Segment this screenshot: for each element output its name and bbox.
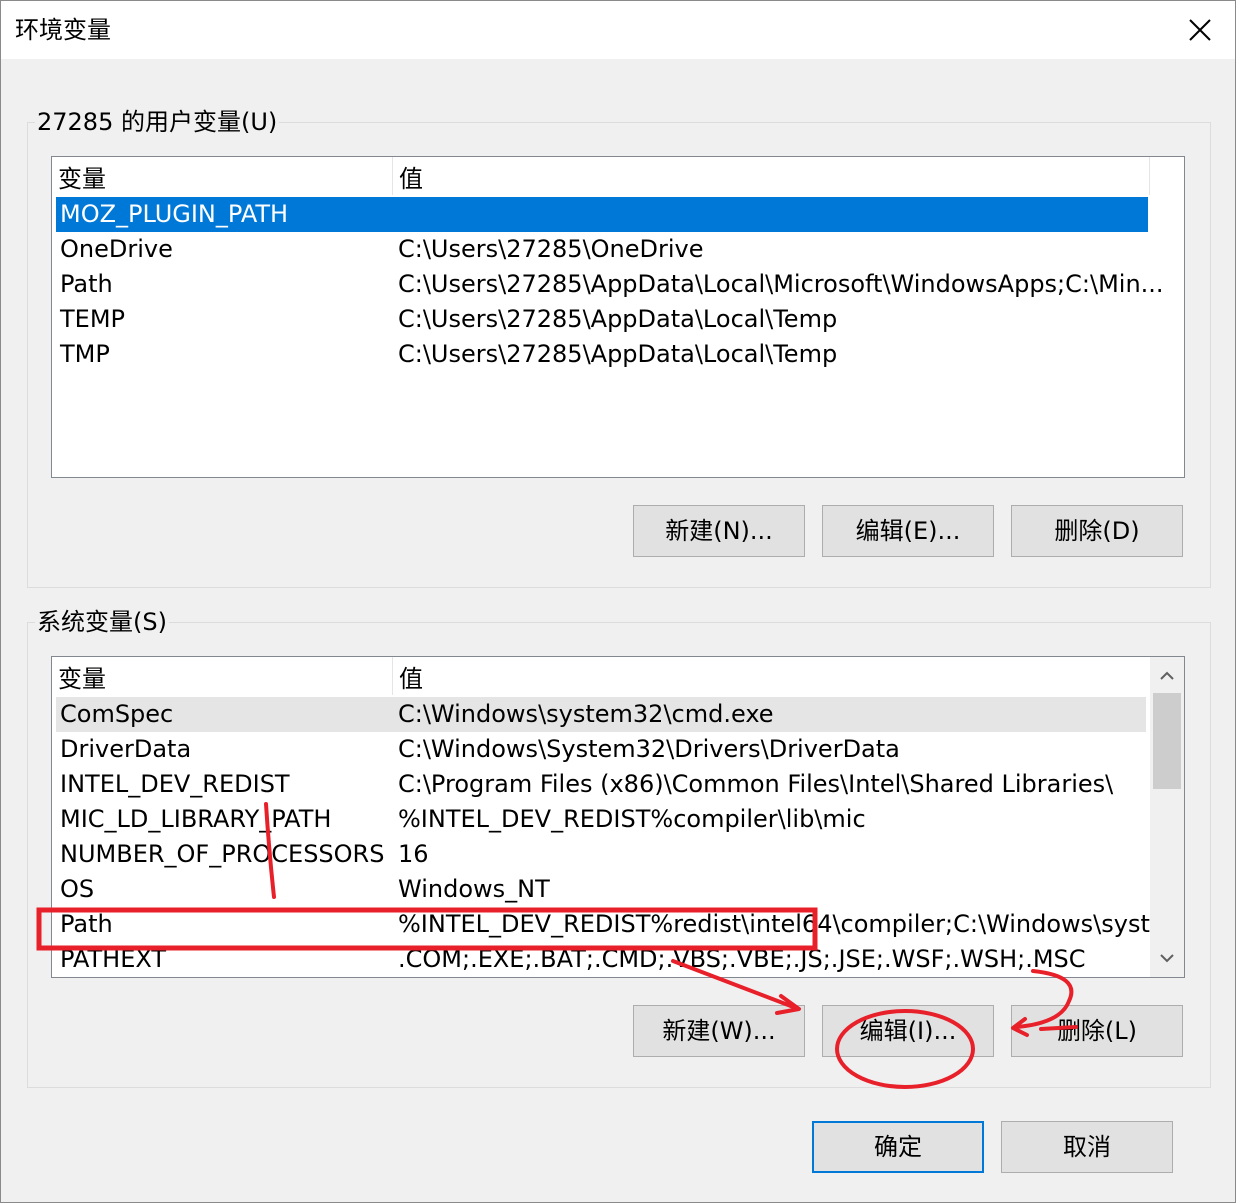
variable-value: .COM;.EXE;.BAT;.CMD;.VBS;.VBE;.JS;.JSE;.… bbox=[398, 945, 1086, 973]
column-divider[interactable] bbox=[1149, 157, 1150, 195]
variable-name: OneDrive bbox=[60, 235, 173, 263]
vertical-scrollbar[interactable] bbox=[1150, 657, 1184, 977]
variable-name: NUMBER_OF_PROCESSORS bbox=[60, 840, 385, 868]
scroll-down-button[interactable] bbox=[1150, 941, 1184, 975]
variable-value: 16 bbox=[398, 840, 429, 868]
list-item[interactable]: OneDrive C:\Users\27285\OneDrive bbox=[56, 232, 1148, 267]
list-item[interactable]: NUMBER_OF_PROCESSORS 16 bbox=[56, 837, 1146, 872]
list-header: 变量 值 bbox=[52, 657, 1150, 695]
system-edit-button[interactable]: 编辑(I)... bbox=[822, 1005, 994, 1057]
variable-value: C:\Program Files (x86)\Common Files\Inte… bbox=[398, 770, 1114, 798]
cancel-button[interactable]: 取消 bbox=[1001, 1121, 1173, 1173]
list-item[interactable]: MOZ_PLUGIN_PATH bbox=[56, 197, 1148, 232]
scroll-up-button[interactable] bbox=[1150, 659, 1184, 693]
column-header-name[interactable]: 变量 bbox=[52, 657, 392, 695]
list-header: 变量 值 bbox=[52, 157, 1184, 195]
variable-value: %INTEL_DEV_REDIST%redist\intel64\compile… bbox=[398, 910, 1173, 938]
list-item[interactable]: ComSpec C:\Windows\system32\cmd.exe bbox=[56, 697, 1146, 732]
column-header-name[interactable]: 变量 bbox=[52, 157, 392, 195]
variable-name: TEMP bbox=[60, 305, 126, 333]
list-item[interactable]: Path %INTEL_DEV_REDIST%redist\intel64\com… bbox=[56, 907, 1173, 942]
variable-name: Path bbox=[60, 270, 113, 298]
variable-name: MOZ_PLUGIN_PATH bbox=[60, 200, 289, 228]
list-item[interactable]: OS Windows_NT bbox=[56, 872, 1146, 907]
list-item[interactable]: TMP C:\Users\27285\AppData\Local\Temp bbox=[56, 337, 1148, 372]
variable-name: OS bbox=[60, 875, 95, 903]
list-item[interactable]: TEMP C:\Users\27285\AppData\Local\Temp bbox=[56, 302, 1148, 337]
environment-variables-dialog: 环境变量 27285 的用户变量(U) 变量 值 MOZ_PLUGIN_PATH… bbox=[0, 0, 1236, 1203]
variable-name: MIC_LD_LIBRARY_PATH bbox=[60, 805, 332, 833]
column-header-value[interactable]: 值 bbox=[393, 657, 1149, 695]
scroll-thumb[interactable] bbox=[1153, 693, 1181, 789]
chevron-up-icon bbox=[1160, 671, 1174, 680]
variable-value: C:\Users\27285\AppData\Local\Microsoft\W… bbox=[398, 270, 1164, 298]
list-item[interactable]: MIC_LD_LIBRARY_PATH %INTEL_DEV_REDIST%com… bbox=[56, 802, 1146, 837]
user-new-button[interactable]: 新建(N)... bbox=[633, 505, 805, 557]
variable-value: Windows_NT bbox=[398, 875, 550, 903]
variable-name: TMP bbox=[60, 340, 110, 368]
variable-value: %INTEL_DEV_REDIST%compiler\lib\mic bbox=[398, 805, 866, 833]
variable-name: INTEL_DEV_REDIST bbox=[60, 770, 290, 798]
system-new-button[interactable]: 新建(W)... bbox=[633, 1005, 805, 1057]
user-edit-button[interactable]: 编辑(E)... bbox=[822, 505, 994, 557]
variable-value: C:\Users\27285\OneDrive bbox=[398, 235, 704, 263]
variable-name: ComSpec bbox=[60, 700, 174, 728]
system-delete-button[interactable]: 删除(L) bbox=[1011, 1005, 1183, 1057]
variable-value: C:\Windows\system32\cmd.exe bbox=[398, 700, 774, 728]
close-button[interactable] bbox=[1165, 1, 1235, 59]
dialog-title: 环境变量 bbox=[15, 16, 111, 44]
variable-value: C:\Users\27285\AppData\Local\Temp bbox=[398, 305, 838, 333]
list-item[interactable]: DriverData C:\Windows\System32\Drivers\Dr… bbox=[56, 732, 1146, 767]
list-item[interactable]: Path C:\Users\27285\AppData\Local\Microso… bbox=[56, 267, 1164, 302]
title-bar: 环境变量 bbox=[1, 1, 1235, 59]
variable-value: C:\Windows\System32\Drivers\DriverData bbox=[398, 735, 900, 763]
variable-value: C:\Users\27285\AppData\Local\Temp bbox=[398, 340, 838, 368]
variable-name: PATHEXT bbox=[60, 945, 167, 973]
variable-name: DriverData bbox=[60, 735, 192, 763]
column-header-value[interactable]: 值 bbox=[393, 157, 1149, 195]
variable-name: Path bbox=[60, 910, 113, 938]
chevron-down-icon bbox=[1160, 954, 1174, 963]
close-icon bbox=[1189, 19, 1211, 41]
ok-button[interactable]: 确定 bbox=[812, 1121, 984, 1173]
user-variables-title: 27285 的用户变量(U) bbox=[35, 107, 280, 137]
list-item[interactable]: INTEL_DEV_REDIST C:\Program Files (x86)\C… bbox=[56, 767, 1146, 802]
system-variables-title: 系统变量(S) bbox=[35, 607, 169, 637]
user-variables-list[interactable]: 变量 值 MOZ_PLUGIN_PATH OneDrive C:\Users\272… bbox=[51, 156, 1185, 478]
user-delete-button[interactable]: 删除(D) bbox=[1011, 505, 1183, 557]
system-variables-list[interactable]: 变量 值 ComSpec C:\Windows\system32\cmd.exe D… bbox=[51, 656, 1185, 978]
list-item[interactable]: PATHEXT .COM;.EXE;.BAT;.CMD;.VBS;.VBE;.JS… bbox=[56, 942, 1146, 977]
